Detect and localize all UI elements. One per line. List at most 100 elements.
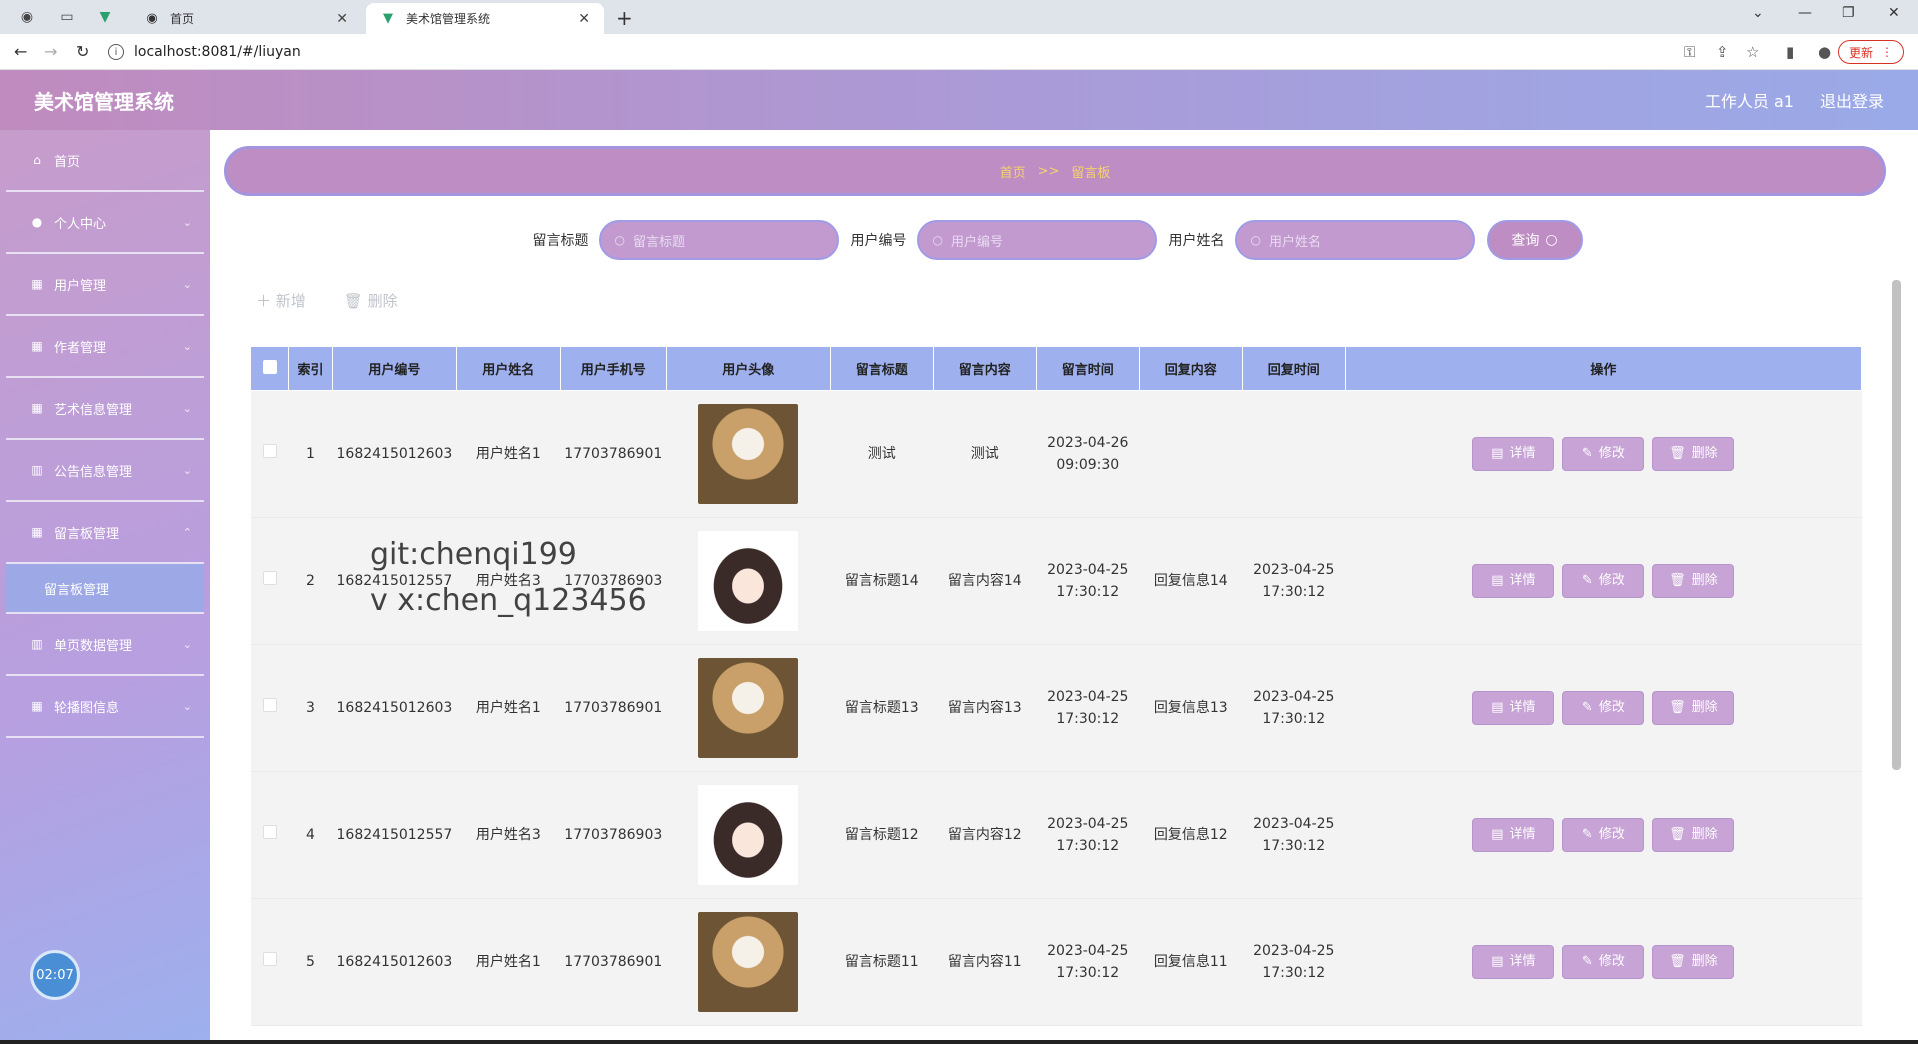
avatar[interactable] xyxy=(698,912,799,1012)
delete-button[interactable]: 🗑 删除 xyxy=(1652,945,1735,979)
tab-group-icon[interactable]: ▭ xyxy=(58,8,76,26)
edit-button[interactable]: ✎ 修改 xyxy=(1562,818,1645,852)
logout-link[interactable]: 退出登录 xyxy=(1820,88,1884,112)
sidebar-item-messages[interactable]: ▦ 留言板管理 ⌃ xyxy=(6,502,204,564)
back-icon[interactable]: ← xyxy=(14,42,27,61)
detail-button[interactable]: ▤ 详情 xyxy=(1472,818,1555,852)
row-checkbox[interactable] xyxy=(262,952,277,966)
tab-list-icon[interactable]: ⌄ xyxy=(1752,5,1764,21)
user-name-search-input[interactable]: ○ 用户姓名 xyxy=(1234,220,1475,260)
avatar[interactable] xyxy=(698,658,799,758)
cell-name: 用户姓名1 xyxy=(456,390,561,518)
row-checkbox[interactable] xyxy=(262,825,277,839)
col-header: 留言标题 xyxy=(829,346,934,391)
col-header: 用户编号 xyxy=(332,346,457,391)
profile-icon[interactable]: ● xyxy=(1818,43,1831,61)
row-checkbox[interactable] xyxy=(262,571,277,585)
select-all-cell[interactable] xyxy=(250,346,289,391)
minimize-icon[interactable]: — xyxy=(1798,5,1812,21)
row-select-cell[interactable] xyxy=(250,517,289,645)
sidebar-item-authors[interactable]: ▦ 作者管理 ⌄ xyxy=(6,316,204,378)
edit-button[interactable]: ✎ 修改 xyxy=(1562,564,1645,598)
tab-title: 美术馆管理系统 xyxy=(406,12,491,26)
sidebar-item-carousel[interactable]: ▦ 轮播图信息 ⌄ xyxy=(6,676,204,738)
sidebar-item-profile[interactable]: ● 个人中心 ⌄ xyxy=(6,192,204,254)
edit-label: 修改 xyxy=(1598,446,1625,461)
delete-button[interactable]: 🗑 删除 xyxy=(1652,691,1735,725)
edit-button[interactable]: ✎ 修改 xyxy=(1562,945,1645,979)
chart-icon: ▥ xyxy=(31,637,43,651)
table-row: 5 1682415012603 用户姓名1 17703786901 留言标题11 留言内容… xyxy=(250,898,1862,1026)
vue-icon[interactable]: ▼ xyxy=(96,8,114,26)
sidebar-item-notices[interactable]: ▥ 公告信息管理 ⌄ xyxy=(6,440,204,502)
close-icon[interactable]: ✕ xyxy=(578,11,590,27)
key-icon[interactable]: ⚿ xyxy=(1684,43,1695,61)
edit-button[interactable]: ✎ 修改 xyxy=(1562,691,1645,725)
row-checkbox[interactable] xyxy=(262,698,277,712)
sidebar-item-pages[interactable]: ▥ 单页数据管理 ⌄ xyxy=(6,614,204,676)
title-search-input[interactable]: ○ 留言标题 xyxy=(598,220,839,260)
sidebar-item-home[interactable]: ⌂ 首页 xyxy=(6,130,204,192)
update-button[interactable]: 更新 ⋮ xyxy=(1837,40,1904,64)
trash-icon: 🗑 xyxy=(1669,954,1686,969)
user-no-search-input[interactable]: ○ 用户编号 xyxy=(916,220,1157,260)
avatar-cell xyxy=(666,390,831,518)
detail-button[interactable]: ▤ 详情 xyxy=(1472,691,1555,725)
detail-button[interactable]: ▤ 详情 xyxy=(1472,437,1555,471)
close-icon[interactable]: ✕ xyxy=(336,11,348,27)
breadcrumb-home[interactable]: 首页 xyxy=(1000,162,1026,181)
grid-icon: ▦ xyxy=(31,699,43,713)
share-icon[interactable]: ⇪ xyxy=(1716,43,1729,61)
col-header: 回复内容 xyxy=(1138,346,1243,391)
star-icon[interactable]: ☆ xyxy=(1746,43,1759,61)
new-tab-icon[interactable]: + xyxy=(616,6,633,30)
sidebar-item-users[interactable]: ▦ 用户管理 ⌄ xyxy=(6,254,204,316)
delete-button[interactable]: 🗑 删除 xyxy=(1652,818,1735,852)
tab-home[interactable]: ◉ 首页 ✕ xyxy=(130,3,362,34)
sidebar-subitem-label: 留言板管理 xyxy=(44,582,110,598)
url-field[interactable]: i localhost:8081/#/liuyan xyxy=(108,38,1638,66)
tab-museum[interactable]: ▼ 美术馆管理系统 ✕ xyxy=(366,3,604,34)
detail-button[interactable]: ▤ 详情 xyxy=(1472,945,1555,979)
row-select-cell[interactable] xyxy=(250,898,289,1026)
select-all-checkbox[interactable] xyxy=(262,359,277,374)
batch-delete-button[interactable]: 🗑 删除 xyxy=(344,290,398,311)
sidebar-item-art-info[interactable]: ▦ 艺术信息管理 ⌄ xyxy=(6,378,204,440)
row-select-cell[interactable] xyxy=(250,771,289,899)
sidepanel-icon[interactable]: ▮ xyxy=(1786,43,1794,61)
reload-icon[interactable]: ↻ xyxy=(76,42,89,61)
detail-button[interactable]: ▤ 详情 xyxy=(1472,564,1555,598)
avatar[interactable] xyxy=(698,531,799,631)
restore-icon[interactable]: ❐ xyxy=(1842,5,1855,21)
bottom-border xyxy=(0,1040,1918,1044)
browser-globe-icon[interactable]: ◉ xyxy=(18,8,36,26)
delete-label: 删除 xyxy=(1691,573,1718,588)
delete-button[interactable]: 🗑 删除 xyxy=(1652,564,1735,598)
edit-button[interactable]: ✎ 修改 xyxy=(1562,437,1645,471)
trash-icon: 🗑 xyxy=(1669,700,1686,715)
table-row: 4 1682415012557 用户姓名3 17703786903 留言标题12 留言内容… xyxy=(250,771,1862,899)
row-select-cell[interactable] xyxy=(250,390,289,518)
row-select-cell[interactable] xyxy=(250,644,289,772)
scrollbar[interactable] xyxy=(1892,280,1901,770)
title-label: 留言标题 xyxy=(532,233,589,249)
grid-icon: ▦ xyxy=(31,525,43,539)
tab-title: 首页 xyxy=(170,12,195,26)
table-header-row: 索引 用户编号 用户姓名 用户手机号 用户头像 留言标题 留言内容 留言时间 回… xyxy=(250,346,1863,391)
window-close-icon[interactable]: ✕ xyxy=(1888,5,1900,21)
query-button[interactable]: 查询 ○ xyxy=(1486,220,1583,260)
add-button[interactable]: ＋ 新增 xyxy=(256,290,306,311)
site-info-icon[interactable]: i xyxy=(108,44,124,60)
avatar[interactable] xyxy=(698,404,799,504)
cell-user-no: 1682415012603 xyxy=(332,644,457,772)
sidebar-subitem-messages[interactable]: 留言板管理 xyxy=(6,564,204,614)
detail-label: 详情 xyxy=(1509,573,1536,588)
more-icon: ⋮ xyxy=(1881,45,1893,59)
avatar[interactable] xyxy=(698,785,799,885)
cell-phone: 17703786901 xyxy=(560,390,667,518)
forward-icon[interactable]: → xyxy=(44,42,57,61)
cell-content: 留言内容13 xyxy=(933,644,1037,772)
delete-button[interactable]: 🗑 删除 xyxy=(1652,437,1735,471)
row-checkbox[interactable] xyxy=(262,444,277,458)
avatar-cell xyxy=(666,898,831,1026)
